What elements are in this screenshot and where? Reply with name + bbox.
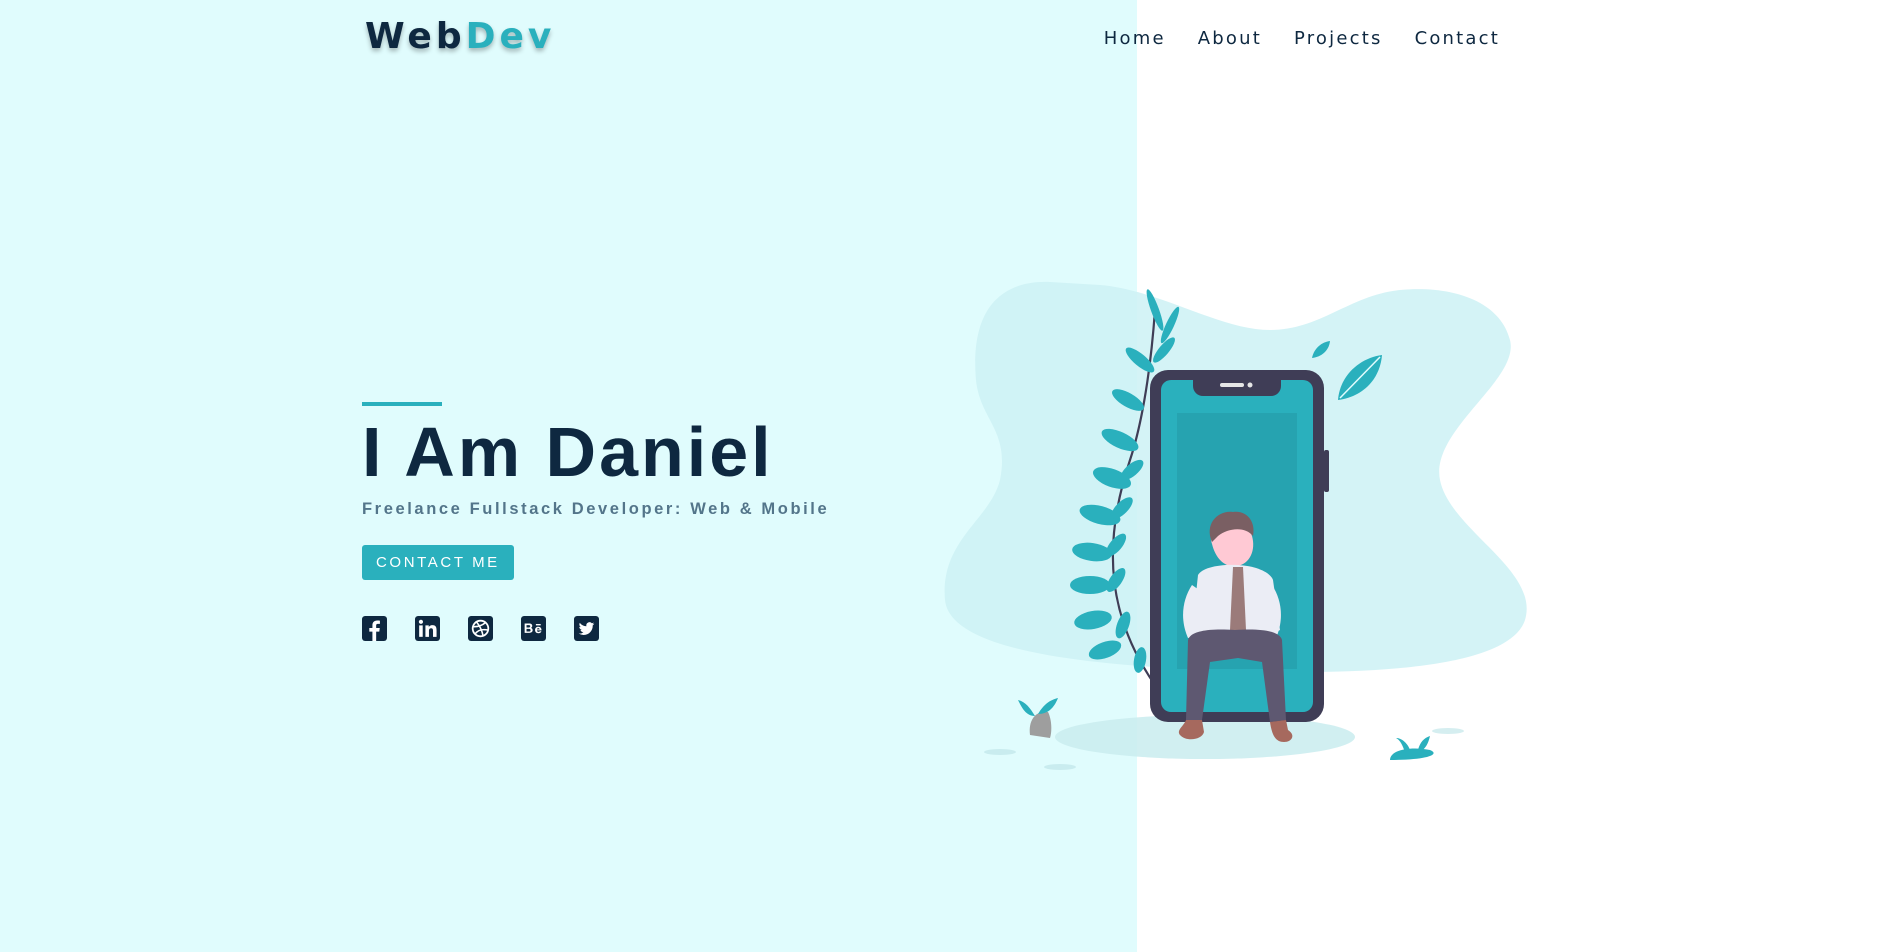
facebook-icon[interactable] [362, 616, 387, 641]
nav-home[interactable]: Home [1104, 28, 1166, 49]
hero-subtitle: Freelance Fullstack Developer: Web & Mob… [362, 500, 830, 518]
twitter-icon[interactable] [574, 616, 599, 641]
hero-section: I Am Daniel Freelance Fullstack Develope… [362, 402, 922, 641]
contact-me-button[interactable]: CONTACT ME [362, 545, 514, 580]
developer-phone-illustration [944, 281, 1527, 770]
title-accent-bar [362, 402, 442, 406]
dribbble-icon[interactable] [468, 616, 493, 641]
social-links [362, 616, 922, 641]
nav-contact[interactable]: Contact [1415, 28, 1500, 49]
brand-logo-part1: Web [365, 16, 466, 57]
hero-illustration [940, 280, 1540, 780]
hero-title: I Am Daniel [362, 413, 774, 491]
brand-logo-part2: Dev [465, 16, 556, 57]
nav-projects[interactable]: Projects [1294, 28, 1383, 49]
main-nav: Home About Projects Contact [1104, 28, 1500, 49]
behance-icon[interactable] [521, 616, 546, 641]
linkedin-icon[interactable] [415, 616, 440, 641]
brand-logo[interactable]: WebDev [365, 16, 555, 57]
nav-about[interactable]: About [1198, 28, 1262, 49]
